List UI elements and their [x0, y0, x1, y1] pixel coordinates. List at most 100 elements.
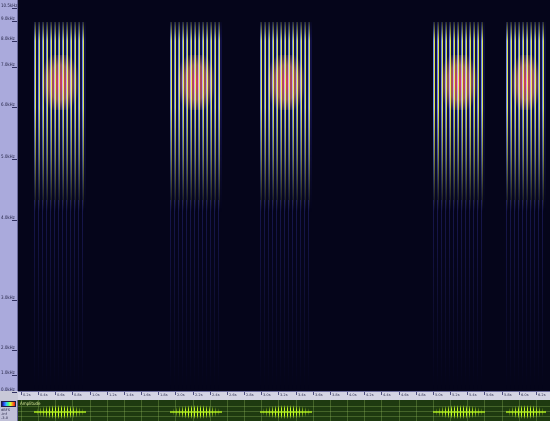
time-label: 1.0s	[92, 393, 100, 397]
call-tail	[433, 200, 485, 390]
time-label: 2.4s	[212, 393, 220, 397]
time-label: 2.2s	[195, 393, 203, 397]
waveform-burst	[260, 405, 312, 419]
time-tick	[296, 392, 297, 395]
time-label: 2.8s	[246, 393, 254, 397]
call-trace	[260, 0, 312, 391]
time-tick	[107, 392, 108, 395]
frequency-tick	[12, 350, 17, 351]
time-label: 0.8s	[74, 393, 82, 397]
time-tick	[227, 392, 228, 395]
time-label: 3.4s	[298, 393, 306, 397]
frequency-tick	[12, 300, 17, 301]
frequency-tick	[12, 41, 17, 42]
call-harmonics	[34, 22, 86, 212]
time-tick	[313, 392, 314, 395]
time-label: 2.0s	[177, 393, 185, 397]
time-tick	[141, 392, 142, 395]
frequency-tick	[12, 159, 17, 160]
time-tick	[158, 392, 159, 395]
time-tick	[364, 392, 365, 395]
time-label: 0.2s	[23, 393, 31, 397]
time-label: 1.2s	[109, 393, 117, 397]
waveform-burst	[34, 405, 86, 419]
time-label: 5.4s	[469, 393, 477, 397]
frequency-tick	[12, 375, 17, 376]
time-tick	[381, 392, 382, 395]
time-label: 0.6s	[57, 393, 65, 397]
call-energy	[41, 55, 79, 110]
time-label: 1.4s	[126, 393, 134, 397]
waveform-side-label: -3.0	[1, 416, 9, 420]
time-label: 4.0s	[349, 393, 357, 397]
time-tick	[450, 392, 451, 395]
time-tick	[399, 392, 400, 395]
call-energy	[267, 55, 305, 110]
time-tick	[519, 392, 520, 395]
call-harmonics	[260, 22, 312, 212]
frequency-tick	[12, 107, 17, 108]
call-trace	[170, 0, 222, 391]
call-energy	[177, 55, 215, 110]
frequency-axis: 10.5kHz 9.0kHz 8.0kHz 7.0kHz 6.0kHz 5.0kHz 4.0…	[0, 0, 18, 393]
time-label: 6.0s	[521, 393, 529, 397]
time-label: 5.2s	[452, 393, 460, 397]
time-tick	[72, 392, 73, 395]
spectrogram-view[interactable]	[18, 0, 550, 391]
time-label: 2.6s	[229, 393, 237, 397]
frequency-tick	[12, 220, 17, 221]
time-tick	[90, 392, 91, 395]
call-tail	[506, 200, 546, 390]
time-tick	[55, 392, 56, 395]
time-tick	[38, 392, 39, 395]
time-tick	[502, 392, 503, 395]
call-trace	[34, 0, 86, 391]
waveform-view[interactable]: Amplitude	[18, 400, 550, 421]
time-label: 3.8s	[332, 393, 340, 397]
time-tick	[193, 392, 194, 395]
call-harmonics	[506, 22, 546, 212]
time-label: 0.4s	[40, 393, 48, 397]
call-energy	[512, 55, 540, 110]
time-tick	[124, 392, 125, 395]
call-trace	[506, 0, 546, 391]
time-label: 4.4s	[383, 393, 391, 397]
waveform-burst	[433, 405, 485, 419]
time-label: 4.2s	[366, 393, 374, 397]
frequency-tick	[12, 67, 17, 68]
time-label: 4.6s	[401, 393, 409, 397]
time-label: 1.8s	[160, 393, 168, 397]
call-energy	[440, 55, 478, 110]
waveform-burst	[506, 405, 546, 419]
time-label: 3.0s	[263, 393, 271, 397]
call-harmonics	[433, 22, 485, 212]
call-tail	[260, 200, 312, 390]
time-tick	[536, 392, 537, 395]
frequency-tick	[12, 8, 17, 9]
time-tick	[278, 392, 279, 395]
time-tick	[244, 392, 245, 395]
time-label: 5.6s	[486, 393, 494, 397]
time-label: 3.6s	[315, 393, 323, 397]
time-tick	[467, 392, 468, 395]
time-label: 4.8s	[418, 393, 426, 397]
call-tail	[34, 200, 86, 390]
time-label: 5.8s	[504, 393, 512, 397]
time-tick	[261, 392, 262, 395]
time-tick	[21, 392, 22, 395]
waveform-header: dBFS -inf -3.0	[0, 400, 18, 421]
time-tick	[175, 392, 176, 395]
call-trace	[433, 0, 485, 391]
time-label: 6.2s	[538, 393, 546, 397]
spectrogram-app: 10.5kHz 9.0kHz 8.0kHz 7.0kHz 6.0kHz 5.0kHz 4.0…	[0, 0, 550, 421]
time-tick	[210, 392, 211, 395]
colormap-swatch[interactable]	[1, 401, 16, 407]
frequency-tick	[12, 21, 17, 22]
time-tick	[347, 392, 348, 395]
time-label: 5.0s	[435, 393, 443, 397]
time-label: 1.6s	[143, 393, 151, 397]
time-tick	[433, 392, 434, 395]
call-harmonics	[170, 22, 222, 212]
time-tick	[330, 392, 331, 395]
time-tick	[416, 392, 417, 395]
